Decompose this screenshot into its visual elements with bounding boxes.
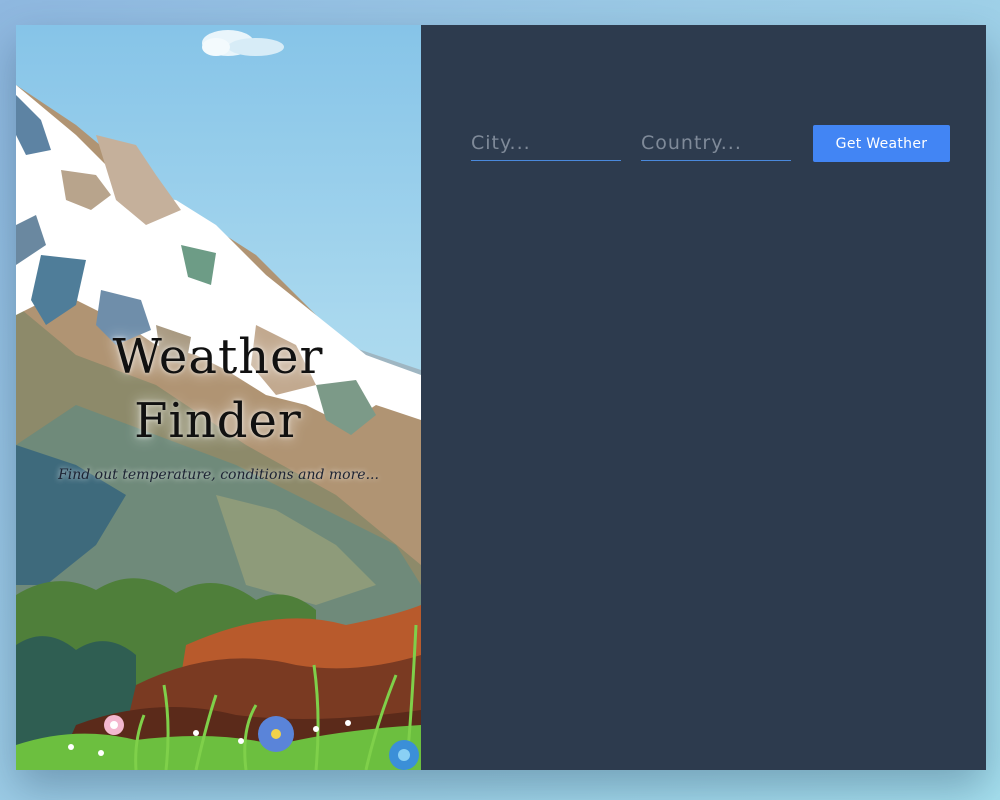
hero-panel: Weather Finder Find out temperature, con…: [16, 25, 421, 770]
city-input[interactable]: [471, 125, 621, 161]
page-subtitle: Find out temperature, conditions and mor…: [58, 467, 379, 483]
get-weather-button[interactable]: Get Weather: [813, 125, 950, 162]
pink-flower-graphic: [104, 715, 124, 735]
country-input[interactable]: [641, 125, 791, 161]
blue-flower-corner-graphic: [389, 740, 419, 770]
page-title: Weather Finder: [112, 329, 324, 449]
weather-form: Get Weather: [471, 125, 950, 162]
app-container: Weather Finder Find out temperature, con…: [16, 25, 986, 770]
form-panel: Get Weather: [421, 25, 986, 770]
cloud-graphic: [202, 30, 284, 56]
hero-text-block: Weather Finder Find out temperature, con…: [16, 325, 421, 483]
blue-flower-graphic: [258, 716, 294, 752]
